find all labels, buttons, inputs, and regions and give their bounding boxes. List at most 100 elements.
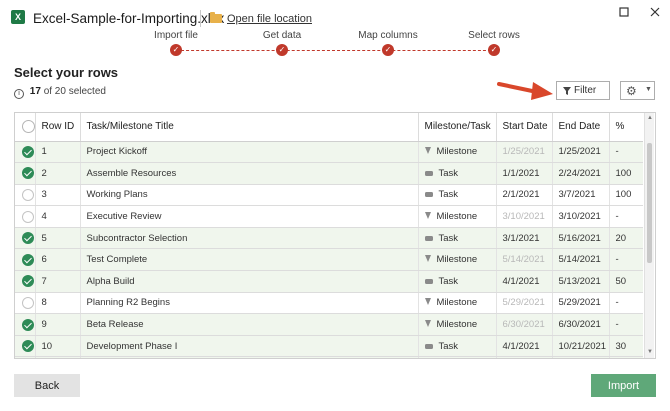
- end-date: 5/14/2021: [552, 248, 610, 272]
- table-row[interactable]: 7 Alpha Build Task 4/1/2021 5/13/2021 50: [15, 270, 643, 293]
- scroll-down-icon[interactable]: ▼: [647, 349, 653, 355]
- select-all-checkbox[interactable]: [15, 113, 36, 142]
- row-id: 5: [35, 227, 81, 250]
- end-date: 6/30/2021: [552, 313, 610, 336]
- type-cell: Task: [418, 184, 497, 207]
- type-label: Milestone: [436, 146, 478, 158]
- checked-circle-icon[interactable]: [22, 340, 34, 353]
- type-cell: Task: [418, 335, 497, 358]
- milestone-icon: [424, 147, 431, 155]
- table-row[interactable]: 4 Executive Review Milestone 3/10/2021 3/10/…: [15, 205, 643, 228]
- checked-circle-icon[interactable]: [22, 275, 34, 288]
- step-get-data: Get data ✓: [232, 28, 332, 56]
- checked-circle-icon[interactable]: [22, 232, 34, 245]
- row-checkbox[interactable]: [15, 335, 36, 358]
- title-divider: [200, 10, 201, 27]
- task-title: Development Phase I: [80, 335, 419, 358]
- task-title: Executive Review: [80, 205, 419, 228]
- vertical-scrollbar[interactable]: ▲ ▼: [644, 113, 654, 358]
- filter-button[interactable]: Filter: [556, 81, 610, 100]
- step-import-file: Import file ✓: [126, 28, 226, 56]
- table-row[interactable]: 5 Subcontractor Selection Task 3/1/2021 5/16…: [15, 227, 643, 250]
- checked-circle-icon[interactable]: [22, 167, 34, 180]
- chevron-down-icon: ▼: [645, 86, 652, 93]
- scroll-thumb[interactable]: [647, 143, 652, 263]
- percent-complete: 50: [609, 270, 643, 293]
- checked-circle-icon[interactable]: [22, 145, 34, 158]
- column-header[interactable]: Task/Milestone Title: [80, 113, 419, 142]
- end-date: 1/25/2021: [552, 141, 610, 164]
- row-checkbox[interactable]: [15, 292, 36, 315]
- column-header[interactable]: Start Date: [496, 113, 553, 142]
- settings-dropdown-button[interactable]: ⚙ ▼: [620, 81, 655, 100]
- type-label: Milestone: [436, 211, 478, 223]
- row-checkbox[interactable]: [15, 356, 36, 358]
- back-button[interactable]: Back: [14, 374, 80, 397]
- checked-circle-icon[interactable]: [22, 318, 34, 331]
- start-date: 1/1/2021: [496, 162, 553, 185]
- column-header[interactable]: Row ID: [35, 113, 81, 142]
- row-checkbox[interactable]: [15, 141, 36, 164]
- row-checkbox[interactable]: [15, 205, 36, 228]
- table-row[interactable]: 6 Test Complete Milestone 5/14/2021 5/14/202…: [15, 248, 643, 272]
- type-cell: Milestone: [418, 313, 497, 336]
- task-icon: [424, 192, 433, 198]
- row-id: 9: [35, 313, 81, 336]
- maximize-icon[interactable]: [617, 6, 631, 20]
- start-date: 4/1/2021: [496, 335, 553, 358]
- check-icon: ✓: [276, 44, 288, 56]
- table-row[interactable]: 11: [15, 356, 643, 358]
- row-checkbox[interactable]: [15, 227, 36, 250]
- scroll-up-icon[interactable]: ▲: [647, 115, 653, 121]
- open-file-location-link[interactable]: Open file location: [227, 13, 312, 25]
- row-checkbox[interactable]: [15, 313, 36, 336]
- end-date: 3/7/2021: [552, 184, 610, 207]
- end-date: 10/21/2021: [552, 335, 610, 358]
- type-cell: Milestone: [418, 205, 497, 228]
- column-header[interactable]: End Date: [552, 113, 610, 142]
- row-checkbox[interactable]: [15, 248, 36, 272]
- row-id: 10: [35, 335, 81, 358]
- start-date: 6/30/2021: [496, 313, 553, 336]
- percent-complete: -: [609, 205, 643, 228]
- percent-complete: 20: [609, 227, 643, 250]
- task-title: Planning R2 Begins: [80, 292, 419, 315]
- page-title: Select your rows: [14, 65, 119, 80]
- unchecked-circle-icon[interactable]: [22, 210, 34, 223]
- table-row[interactable]: 9 Beta Release Milestone 6/30/2021 6/30/2021…: [15, 313, 643, 336]
- percent-complete: 30: [609, 335, 643, 358]
- type-label: Milestone: [436, 319, 478, 331]
- table-row[interactable]: 10 Development Phase I Task 4/1/2021 10/21/2…: [15, 335, 643, 358]
- check-icon: ✓: [488, 44, 500, 56]
- unchecked-circle-icon[interactable]: [22, 296, 34, 309]
- task-title: Working Plans: [80, 184, 419, 207]
- import-button[interactable]: Import: [591, 374, 656, 397]
- checked-circle-icon[interactable]: [22, 253, 34, 266]
- start-date: 2/1/2021: [496, 184, 553, 207]
- end-date: 5/29/2021: [552, 292, 610, 315]
- table-row[interactable]: 2 Assemble Resources Task 1/1/2021 2/24/2021…: [15, 162, 643, 185]
- percent-complete: -: [609, 313, 643, 336]
- table-row[interactable]: 8 Planning R2 Begins Milestone 5/29/2021 5/2…: [15, 292, 643, 315]
- info-icon: i: [14, 89, 24, 99]
- start-date: 3/1/2021: [496, 227, 553, 250]
- close-icon[interactable]: [648, 6, 662, 20]
- type-label: Milestone: [436, 297, 478, 309]
- row-checkbox[interactable]: [15, 162, 36, 185]
- start-date: 1/25/2021: [496, 141, 553, 164]
- unchecked-circle-icon[interactable]: [22, 188, 34, 201]
- folder-icon[interactable]: [210, 12, 222, 23]
- table-row[interactable]: 1 Project Kickoff Milestone 1/25/2021 1/25/2…: [15, 141, 643, 164]
- type-cell: Task: [418, 162, 497, 185]
- percent-complete: -: [609, 292, 643, 315]
- task-title: Assemble Resources: [80, 162, 419, 185]
- column-header[interactable]: Milestone/Task: [418, 113, 497, 142]
- row-checkbox[interactable]: [15, 184, 36, 207]
- task-icon: [424, 235, 433, 241]
- task-title: Project Kickoff: [80, 141, 419, 164]
- table-row[interactable]: 3 Working Plans Task 2/1/2021 3/7/2021 100: [15, 184, 643, 207]
- column-header[interactable]: %: [609, 113, 643, 142]
- task-title: [80, 356, 419, 358]
- rows-table: Row ID Task/Milestone Title Milestone/Ta…: [14, 112, 656, 359]
- row-checkbox[interactable]: [15, 270, 36, 293]
